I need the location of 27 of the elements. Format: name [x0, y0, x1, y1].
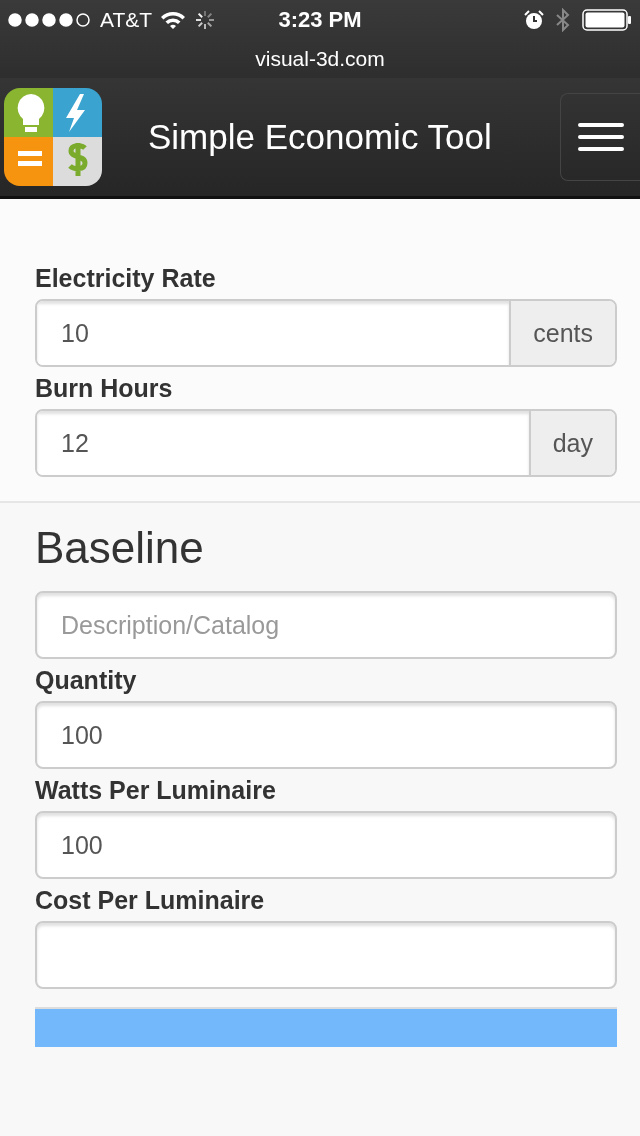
signal-icon: [8, 13, 92, 27]
bluetooth-icon: [556, 8, 570, 32]
app-logo-icon[interactable]: [4, 88, 102, 186]
carrier: AT&T: [100, 8, 153, 32]
field-label: Cost Per Luminaire: [35, 885, 265, 915]
input-field[interactable]: Description/Catalog: [35, 591, 617, 659]
spinner-icon: [194, 9, 217, 31]
section-heading: Baseline: [35, 522, 205, 574]
menu-icon: [577, 122, 624, 152]
input-field[interactable]: 10 cents: [35, 299, 617, 367]
input-field[interactable]: 100: [35, 701, 617, 769]
input-field[interactable]: [35, 921, 617, 989]
app-title: Simple Economic Tool: [148, 117, 492, 157]
url-text[interactable]: visual-3d.com: [255, 47, 385, 71]
unit-addon: day: [528, 411, 615, 475]
input-field[interactable]: 100: [35, 811, 617, 879]
unit-addon: cents: [509, 301, 615, 365]
clock: 3:23 PM: [278, 7, 362, 33]
field-label: Watts Per Luminaire: [35, 775, 276, 805]
field-label: Quantity: [35, 665, 137, 695]
alarm-icon: [524, 10, 544, 30]
field-label: Electricity Rate: [35, 263, 216, 293]
menu-button[interactable]: [560, 93, 640, 181]
field-label: Burn Hours: [35, 373, 173, 403]
battery-icon: [582, 9, 632, 31]
wifi-icon: [160, 10, 187, 30]
input-field[interactable]: 12 day: [35, 409, 617, 477]
